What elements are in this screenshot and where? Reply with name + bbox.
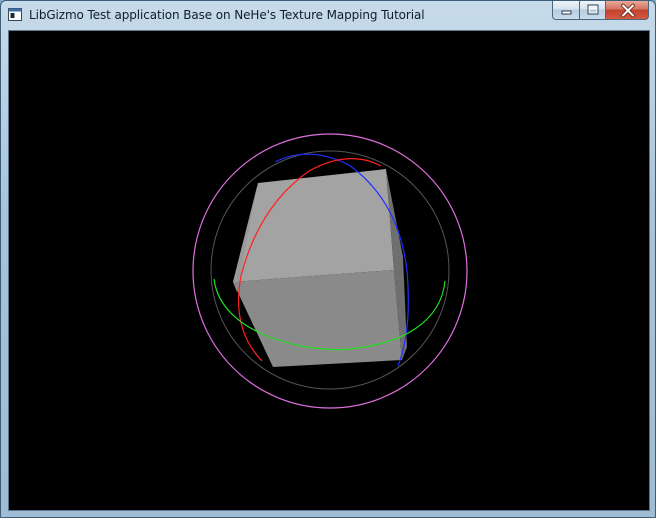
- opengl-client-area[interactable]: [8, 30, 650, 511]
- minimize-icon: [561, 10, 572, 15]
- maximize-icon: [587, 4, 599, 15]
- application-window: LibGizmo Test application Base on NeHe's…: [0, 0, 656, 518]
- caption-buttons: [552, 1, 649, 20]
- minimize-button[interactable]: [552, 1, 579, 20]
- 3d-viewport[interactable]: [9, 31, 649, 510]
- app-window-icon: [8, 8, 22, 21]
- title-bar[interactable]: LibGizmo Test application Base on NeHe's…: [1, 1, 655, 29]
- maximize-button[interactable]: [579, 1, 605, 20]
- close-button[interactable]: [605, 1, 649, 20]
- window-title: LibGizmo Test application Base on NeHe's…: [29, 8, 425, 22]
- close-icon: [621, 3, 635, 18]
